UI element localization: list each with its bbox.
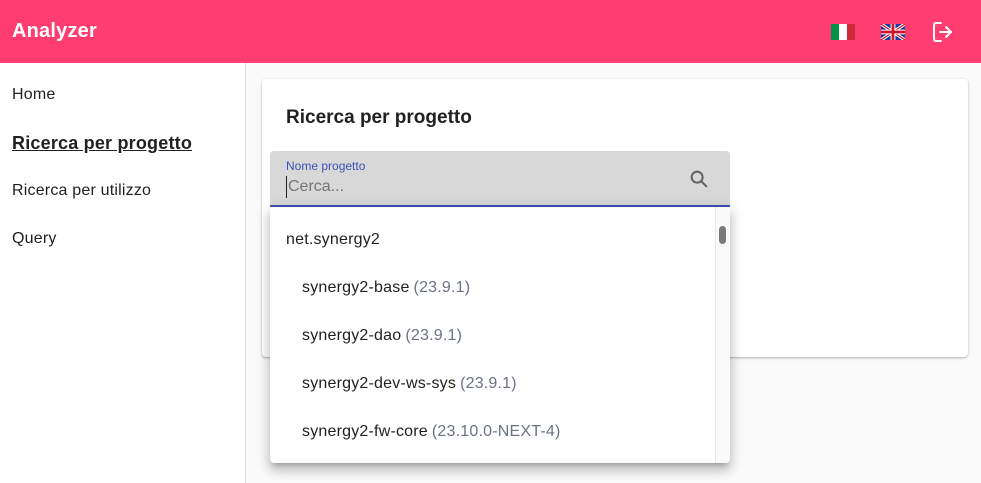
logout-icon[interactable] xyxy=(931,20,955,44)
option-version: (23.9.1) xyxy=(413,279,471,296)
search-icon[interactable] xyxy=(688,168,710,190)
top-app-bar: Analyzer xyxy=(0,0,981,63)
dropdown-scrollbar-thumb[interactable] xyxy=(719,226,726,244)
autocomplete-option[interactable]: synergy2-fw-core (23.10.0-NEXT-4) xyxy=(270,408,716,456)
option-name: synergy2-dao xyxy=(302,327,402,344)
project-name-field[interactable]: Nome progetto xyxy=(270,151,730,207)
uk-flag-graphic xyxy=(881,23,905,40)
option-version: (23.10.0-NEXT-4) xyxy=(431,423,561,440)
sidebar-item-query[interactable]: Query xyxy=(0,221,245,269)
option-name: synergy2-base xyxy=(302,279,410,296)
option-version: (23.9.1) xyxy=(405,327,463,344)
project-search-input[interactable] xyxy=(286,176,676,198)
autocomplete-option[interactable]: synergy2-dev-ws-sys (23.9.1) xyxy=(270,360,716,408)
project-name-label: Nome progetto xyxy=(286,159,366,173)
sidebar-item-ricerca-per-progetto[interactable]: Ricerca per progetto xyxy=(0,125,245,173)
autocomplete-option[interactable]: synergy2-dao (23.9.1) xyxy=(270,312,716,360)
app-title: Analyzer xyxy=(12,20,97,42)
uk-flag-icon[interactable] xyxy=(881,23,905,40)
autocomplete-dropdown: net.synergy2 synergy2-base (23.9.1) syner… xyxy=(270,207,730,463)
sidebar-item-ricerca-per-utilizzo[interactable]: Ricerca per utilizzo xyxy=(0,173,245,221)
autocomplete-option[interactable]: synergy2-base (23.9.1) xyxy=(270,264,716,312)
option-name: synergy2-fw-core xyxy=(302,423,428,440)
sidebar: Home Ricerca per progetto Ricerca per ut… xyxy=(0,63,246,483)
top-actions xyxy=(831,0,955,63)
option-version: (23.9.1) xyxy=(460,375,517,392)
option-name: synergy2-dev-ws-sys xyxy=(302,375,457,392)
page-title: Ricerca per progetto xyxy=(286,107,472,128)
autocomplete-list: net.synergy2 synergy2-base (23.9.1) syner… xyxy=(270,216,716,456)
sidebar-item-home[interactable]: Home xyxy=(0,77,245,125)
autocomplete-group-header: net.synergy2 xyxy=(286,231,381,248)
dropdown-scrollbar[interactable] xyxy=(715,207,730,463)
italian-flag-icon[interactable] xyxy=(831,23,855,40)
